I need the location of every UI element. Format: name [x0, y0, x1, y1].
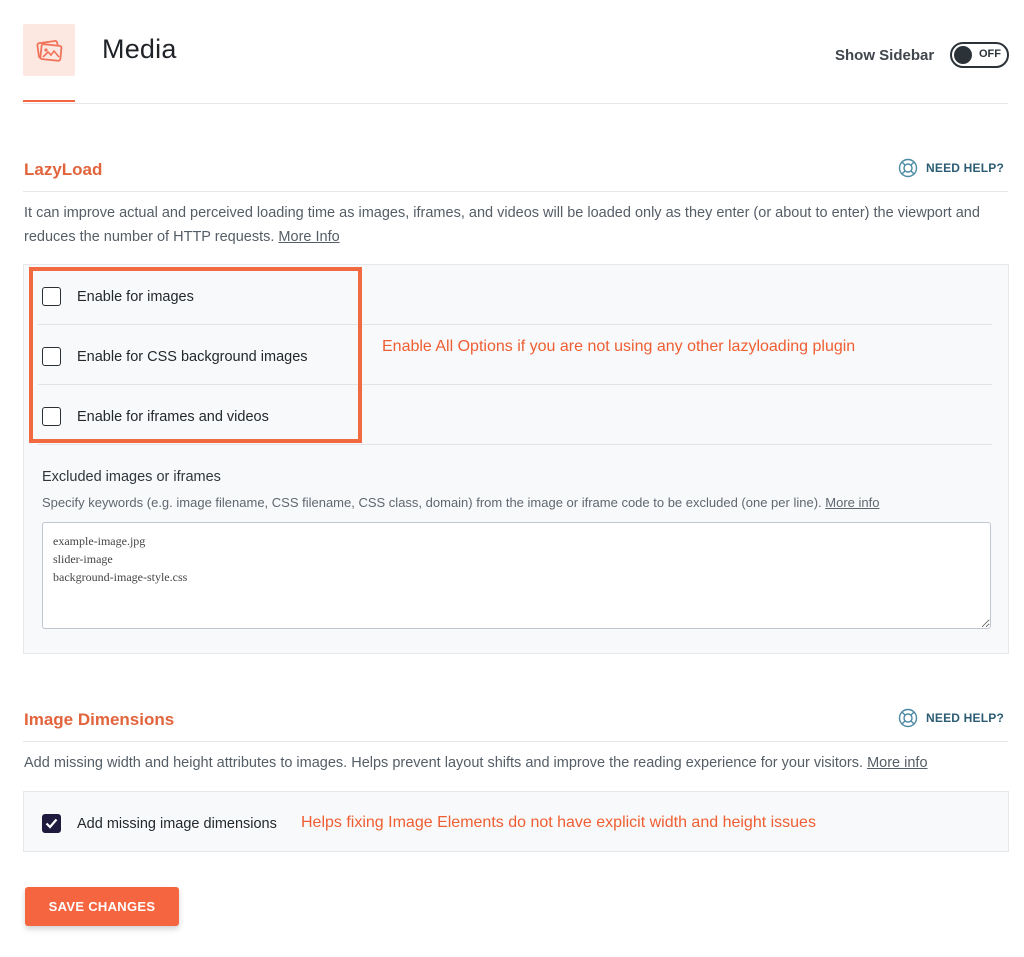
lazyload-description: It can improve actual and perceived load… [24, 201, 1004, 249]
dimensions-need-help-link[interactable]: NEED HELP? [898, 708, 1004, 728]
dimensions-option[interactable]: Add missing image dimensions [42, 814, 277, 833]
page-icon [23, 24, 75, 76]
page-title: Media [102, 34, 177, 64]
lazyload-description-text: It can improve actual and perceived load… [24, 205, 980, 245]
dimensions-section-divider [23, 741, 1008, 742]
highlight-annotation-box [29, 267, 362, 443]
lifebuoy-icon [898, 158, 918, 178]
dimensions-description: Add missing width and height attributes … [24, 751, 1004, 775]
lazyload-section-divider [23, 191, 1008, 192]
excluded-more-info-link[interactable]: More info [825, 495, 879, 510]
active-tab-indicator [23, 100, 75, 102]
excluded-help-text: Specify keywords (e.g. image filename, C… [42, 495, 822, 510]
lazyload-section-title: LazyLoad [24, 160, 103, 179]
excluded-label: Excluded images or iframes [42, 469, 221, 485]
image-icon [36, 40, 63, 62]
add-missing-dimensions-label: Add missing image dimensions [77, 815, 277, 832]
lifebuoy-icon [898, 708, 918, 728]
excluded-textarea[interactable]: example-image.jpg slider-image backgroun… [42, 522, 991, 629]
add-missing-dimensions-checkbox[interactable] [42, 814, 61, 833]
dimensions-section-title: Image Dimensions [24, 710, 175, 729]
dimensions-description-text: Add missing width and height attributes … [24, 755, 864, 771]
lazyload-more-info-link[interactable]: More Info [278, 229, 339, 245]
show-sidebar-toggle[interactable]: OFF [950, 42, 1009, 68]
excluded-help: Specify keywords (e.g. image filename, C… [42, 495, 992, 510]
need-help-label: NEED HELP? [926, 711, 1005, 725]
show-sidebar-label: Show Sidebar [835, 47, 935, 64]
checkmark-icon [45, 818, 58, 829]
toggle-knob [954, 46, 972, 64]
lazyload-annotation: Enable All Options if you are not using … [382, 338, 856, 355]
dimensions-more-info-link[interactable]: More info [867, 755, 927, 771]
header-divider [23, 103, 1008, 104]
need-help-label: NEED HELP? [926, 161, 1005, 175]
option-row-divider [38, 444, 992, 445]
dimensions-annotation: Helps fixing Image Elements do not have … [301, 814, 816, 831]
save-changes-button[interactable]: SAVE CHANGES [25, 887, 179, 926]
lazyload-need-help-link[interactable]: NEED HELP? [898, 158, 1004, 178]
toggle-state-text: OFF [979, 48, 1001, 60]
